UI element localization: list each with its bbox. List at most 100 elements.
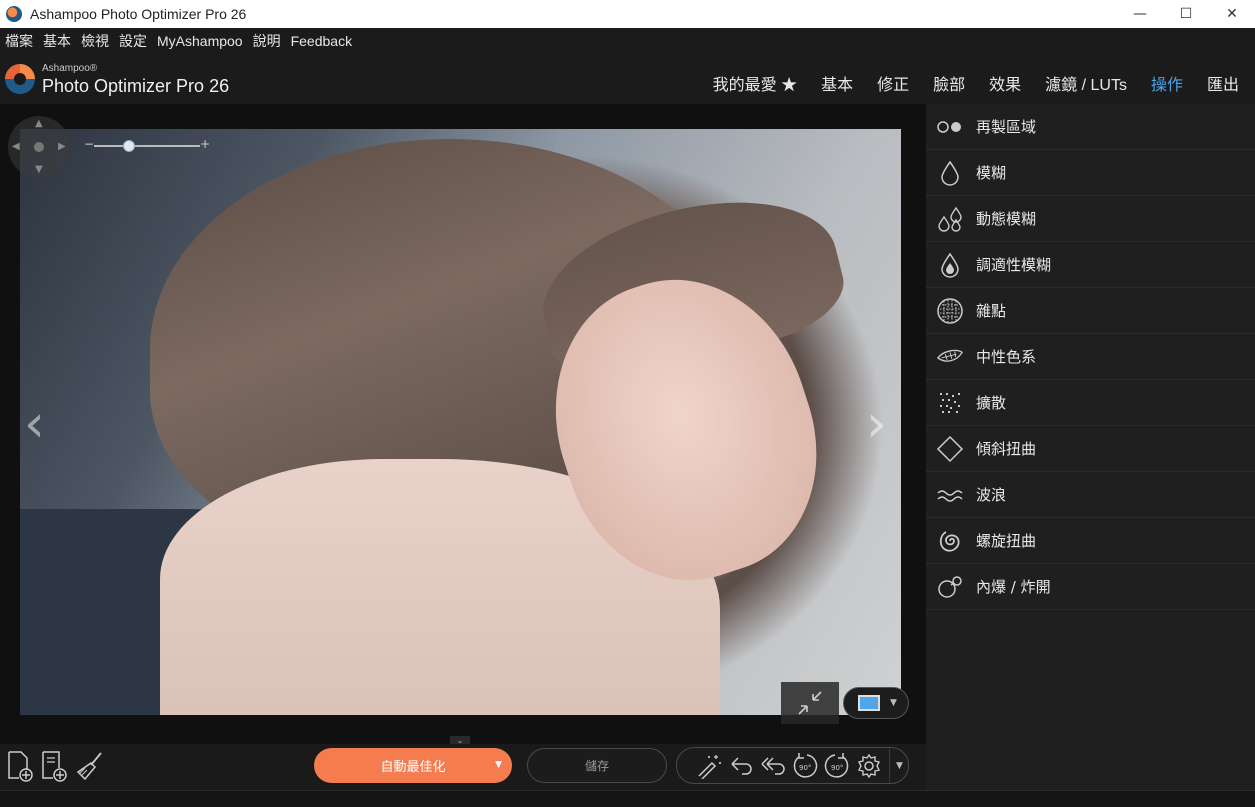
rotate-left-button[interactable]: 90° bbox=[791, 752, 819, 780]
photo-preview[interactable] bbox=[20, 129, 901, 715]
magic-wand-icon bbox=[698, 755, 721, 779]
pan-up-icon[interactable]: ▲ bbox=[35, 118, 43, 129]
previous-image-icon[interactable]: ‹ bbox=[24, 394, 45, 454]
noise-grid-icon bbox=[936, 297, 964, 325]
save-label: 儲存 bbox=[584, 759, 609, 773]
tab-operations[interactable]: 操作 bbox=[1151, 71, 1183, 95]
pan-left-icon[interactable]: ◀ bbox=[12, 141, 20, 152]
rotate-right-button[interactable]: 90° bbox=[823, 752, 851, 780]
auto-optimize-button[interactable]: 自動最佳化 ▼ bbox=[314, 748, 512, 783]
swirl-icon bbox=[936, 527, 964, 555]
settings-button[interactable] bbox=[855, 752, 883, 780]
next-image-icon[interactable]: › bbox=[866, 394, 887, 454]
window-controls: — ☐ ✕ bbox=[1117, 0, 1255, 28]
undo-all-button[interactable] bbox=[759, 752, 787, 780]
ashampoo-logo-icon bbox=[5, 64, 35, 94]
undo-icon bbox=[731, 757, 752, 775]
pan-down-icon[interactable]: ▼ bbox=[35, 164, 43, 175]
panel-item-skew[interactable]: 傾斜扭曲 bbox=[926, 426, 1255, 472]
compare-view-button[interactable]: ▼ bbox=[843, 687, 909, 719]
panel-item-label: 動態模糊 bbox=[976, 210, 1037, 228]
panel-item-label: 內爆 / 炸開 bbox=[976, 578, 1051, 596]
tab-correct[interactable]: 修正 bbox=[877, 71, 909, 95]
add-file-button[interactable] bbox=[4, 749, 36, 783]
status-bar bbox=[0, 790, 1255, 807]
panel-item-label: 調適性模糊 bbox=[976, 256, 1052, 274]
magic-wand-button[interactable] bbox=[695, 752, 723, 780]
menu-settings[interactable]: 設定 bbox=[119, 31, 147, 51]
menu-myashampoo[interactable]: MyAshampoo bbox=[157, 33, 243, 49]
tab-export[interactable]: 匯出 bbox=[1207, 71, 1239, 95]
adaptive-drop-icon bbox=[936, 251, 964, 279]
feather-icon bbox=[936, 343, 964, 371]
shrink-arrows-icon bbox=[798, 691, 822, 715]
zoom-track[interactable] bbox=[94, 145, 200, 147]
panel-item-label: 中性色系 bbox=[976, 348, 1037, 366]
clear-list-button[interactable] bbox=[74, 749, 106, 783]
svg-text:90°: 90° bbox=[799, 764, 811, 772]
panel-item-implode-explode[interactable]: 內爆 / 炸開 bbox=[926, 564, 1255, 610]
zoom-slider[interactable]: − + bbox=[84, 137, 210, 152]
waves-icon bbox=[936, 481, 964, 509]
motion-drops-icon bbox=[936, 205, 964, 233]
rotate-right-icon: 90° bbox=[824, 753, 849, 778]
undo-all-icon bbox=[761, 757, 785, 775]
diamond-icon bbox=[936, 435, 964, 463]
close-button[interactable]: ✕ bbox=[1209, 0, 1255, 28]
tab-filters-luts[interactable]: 濾鏡 / LUTs bbox=[1045, 71, 1127, 95]
menu-file[interactable]: 檔案 bbox=[5, 31, 33, 51]
compare-dropdown-icon[interactable]: ▼ bbox=[890, 698, 897, 708]
single-view-icon bbox=[858, 695, 880, 711]
tab-favorites[interactable]: 我的最愛 ★ bbox=[713, 71, 797, 95]
tools-dropdown-icon[interactable]: ▼ bbox=[889, 748, 909, 783]
menu-basic[interactable]: 基本 bbox=[43, 31, 71, 51]
maximize-button[interactable]: ☐ bbox=[1163, 0, 1209, 28]
add-folder-button[interactable] bbox=[38, 749, 70, 783]
menu-bar: 檔案 基本 檢視 設定 MyAshampoo 說明 Feedback bbox=[0, 28, 1255, 54]
menu-view[interactable]: 檢視 bbox=[81, 31, 109, 51]
drop-icon bbox=[936, 159, 964, 187]
image-canvas: ▲ ▼ ◀ ▶ − + ‹ › ▼ ⌄ bbox=[0, 104, 926, 746]
brand-name: Photo Optimizer Pro 26 bbox=[42, 76, 230, 96]
auto-optimize-dropdown-icon[interactable]: ▼ bbox=[495, 760, 502, 770]
panel-item-label: 螺旋扭曲 bbox=[976, 532, 1037, 550]
zoom-out-icon[interactable]: − bbox=[84, 137, 94, 151]
fit-to-window-button[interactable] bbox=[781, 682, 839, 724]
panel-item-noise[interactable]: 雜點 bbox=[926, 288, 1255, 334]
zoom-in-icon[interactable]: + bbox=[200, 137, 210, 151]
undo-button[interactable] bbox=[727, 752, 755, 780]
view-tools: ▼ bbox=[781, 682, 911, 724]
bulge-icon bbox=[936, 573, 964, 601]
edit-tools: 90° 90° ▼ bbox=[676, 747, 909, 784]
tab-face[interactable]: 臉部 bbox=[933, 71, 965, 95]
panel-item-waves[interactable]: 波浪 bbox=[926, 472, 1255, 518]
menu-help[interactable]: 說明 bbox=[253, 31, 281, 51]
brand-vendor: Ashampoo® bbox=[42, 63, 98, 74]
add-file-icon bbox=[8, 751, 33, 782]
title-bar: Ashampoo Photo Optimizer Pro 26 — ☐ ✕ bbox=[0, 0, 1255, 28]
tab-effects[interactable]: 效果 bbox=[989, 71, 1021, 95]
tab-basic[interactable]: 基本 bbox=[821, 71, 853, 95]
panel-item-diffuse[interactable]: 擴散 bbox=[926, 380, 1255, 426]
window-title: Ashampoo Photo Optimizer Pro 26 bbox=[30, 6, 247, 22]
app-header: Ashampoo® Photo Optimizer Pro 26 我的最愛 ★ … bbox=[0, 54, 1255, 104]
panel-item-clone-area[interactable]: 再製區域 bbox=[926, 104, 1255, 150]
save-button[interactable]: 儲存 bbox=[527, 748, 667, 783]
minimize-button[interactable]: — bbox=[1117, 0, 1163, 28]
gear-icon bbox=[857, 753, 881, 779]
menu-feedback[interactable]: Feedback bbox=[291, 33, 352, 49]
panel-item-motion-blur[interactable]: 動態模糊 bbox=[926, 196, 1255, 242]
app-icon bbox=[6, 6, 22, 22]
panel-item-swirl[interactable]: 螺旋扭曲 bbox=[926, 518, 1255, 564]
pan-center-icon bbox=[34, 142, 44, 152]
pan-right-icon[interactable]: ▶ bbox=[58, 141, 66, 152]
zoom-handle[interactable] bbox=[122, 140, 135, 152]
bottom-toolbar: 自動最佳化 ▼ 儲存 90° 90° ▼ bbox=[0, 744, 926, 790]
add-folder-icon bbox=[42, 751, 67, 782]
panel-item-label: 雜點 bbox=[976, 302, 1007, 320]
panel-item-neutral-tones[interactable]: 中性色系 bbox=[926, 334, 1255, 380]
panel-item-adaptive-blur[interactable]: 調適性模糊 bbox=[926, 242, 1255, 288]
svg-text:90°: 90° bbox=[831, 764, 843, 772]
pan-navigator[interactable]: ▲ ▼ ◀ ▶ bbox=[8, 116, 70, 178]
panel-item-blur[interactable]: 模糊 bbox=[926, 150, 1255, 196]
